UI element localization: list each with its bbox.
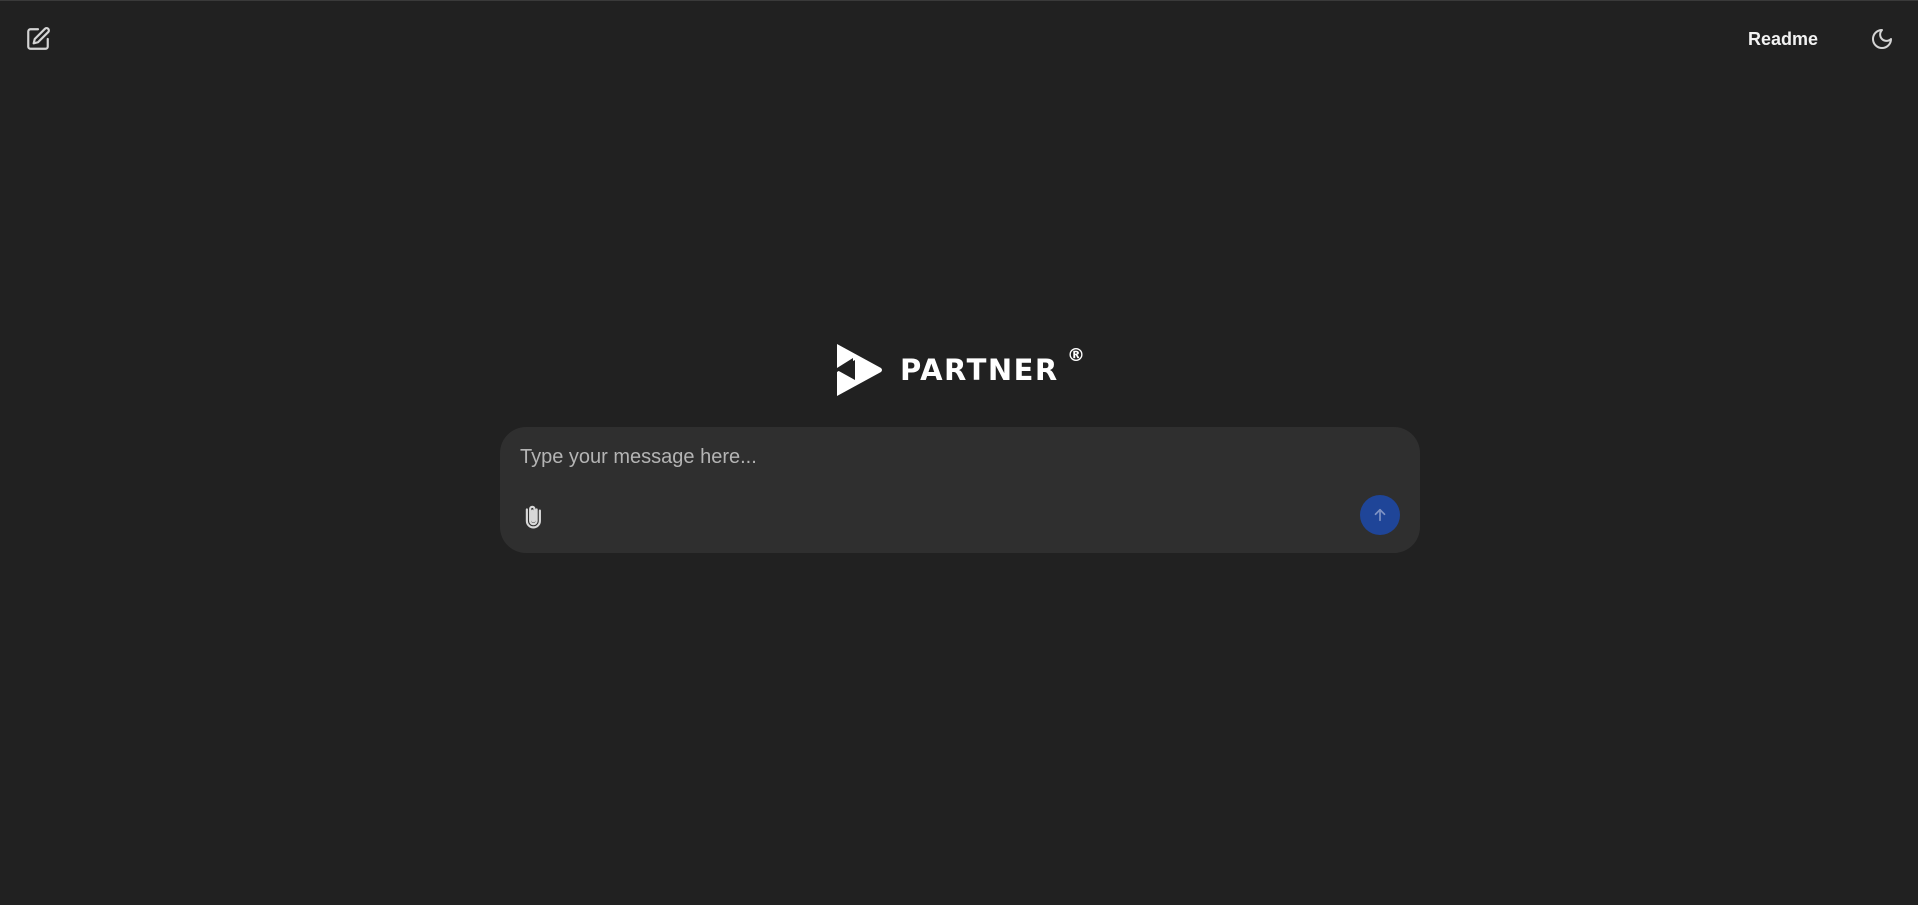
- theme-toggle-button[interactable]: [1866, 23, 1898, 55]
- app-page: Readme PARTNER ®: [0, 0, 1918, 905]
- message-input[interactable]: [520, 439, 1380, 475]
- message-composer: [500, 427, 1420, 553]
- readme-link[interactable]: Readme: [1748, 27, 1818, 51]
- play-triangle-logo: [837, 344, 882, 396]
- moon-icon: [1872, 29, 1892, 49]
- partner-logo: PARTNER ®: [833, 341, 1085, 399]
- square-pen-icon: [27, 27, 50, 50]
- attach-file-button[interactable]: [518, 499, 552, 533]
- registered-mark: ®: [1067, 345, 1085, 366]
- new-chat-button[interactable]: [22, 23, 54, 55]
- logo-text: PARTNER: [900, 353, 1059, 387]
- send-button[interactable]: [1360, 495, 1400, 535]
- arrow-up-icon: [1374, 508, 1386, 522]
- paperclip-icon: [525, 505, 541, 529]
